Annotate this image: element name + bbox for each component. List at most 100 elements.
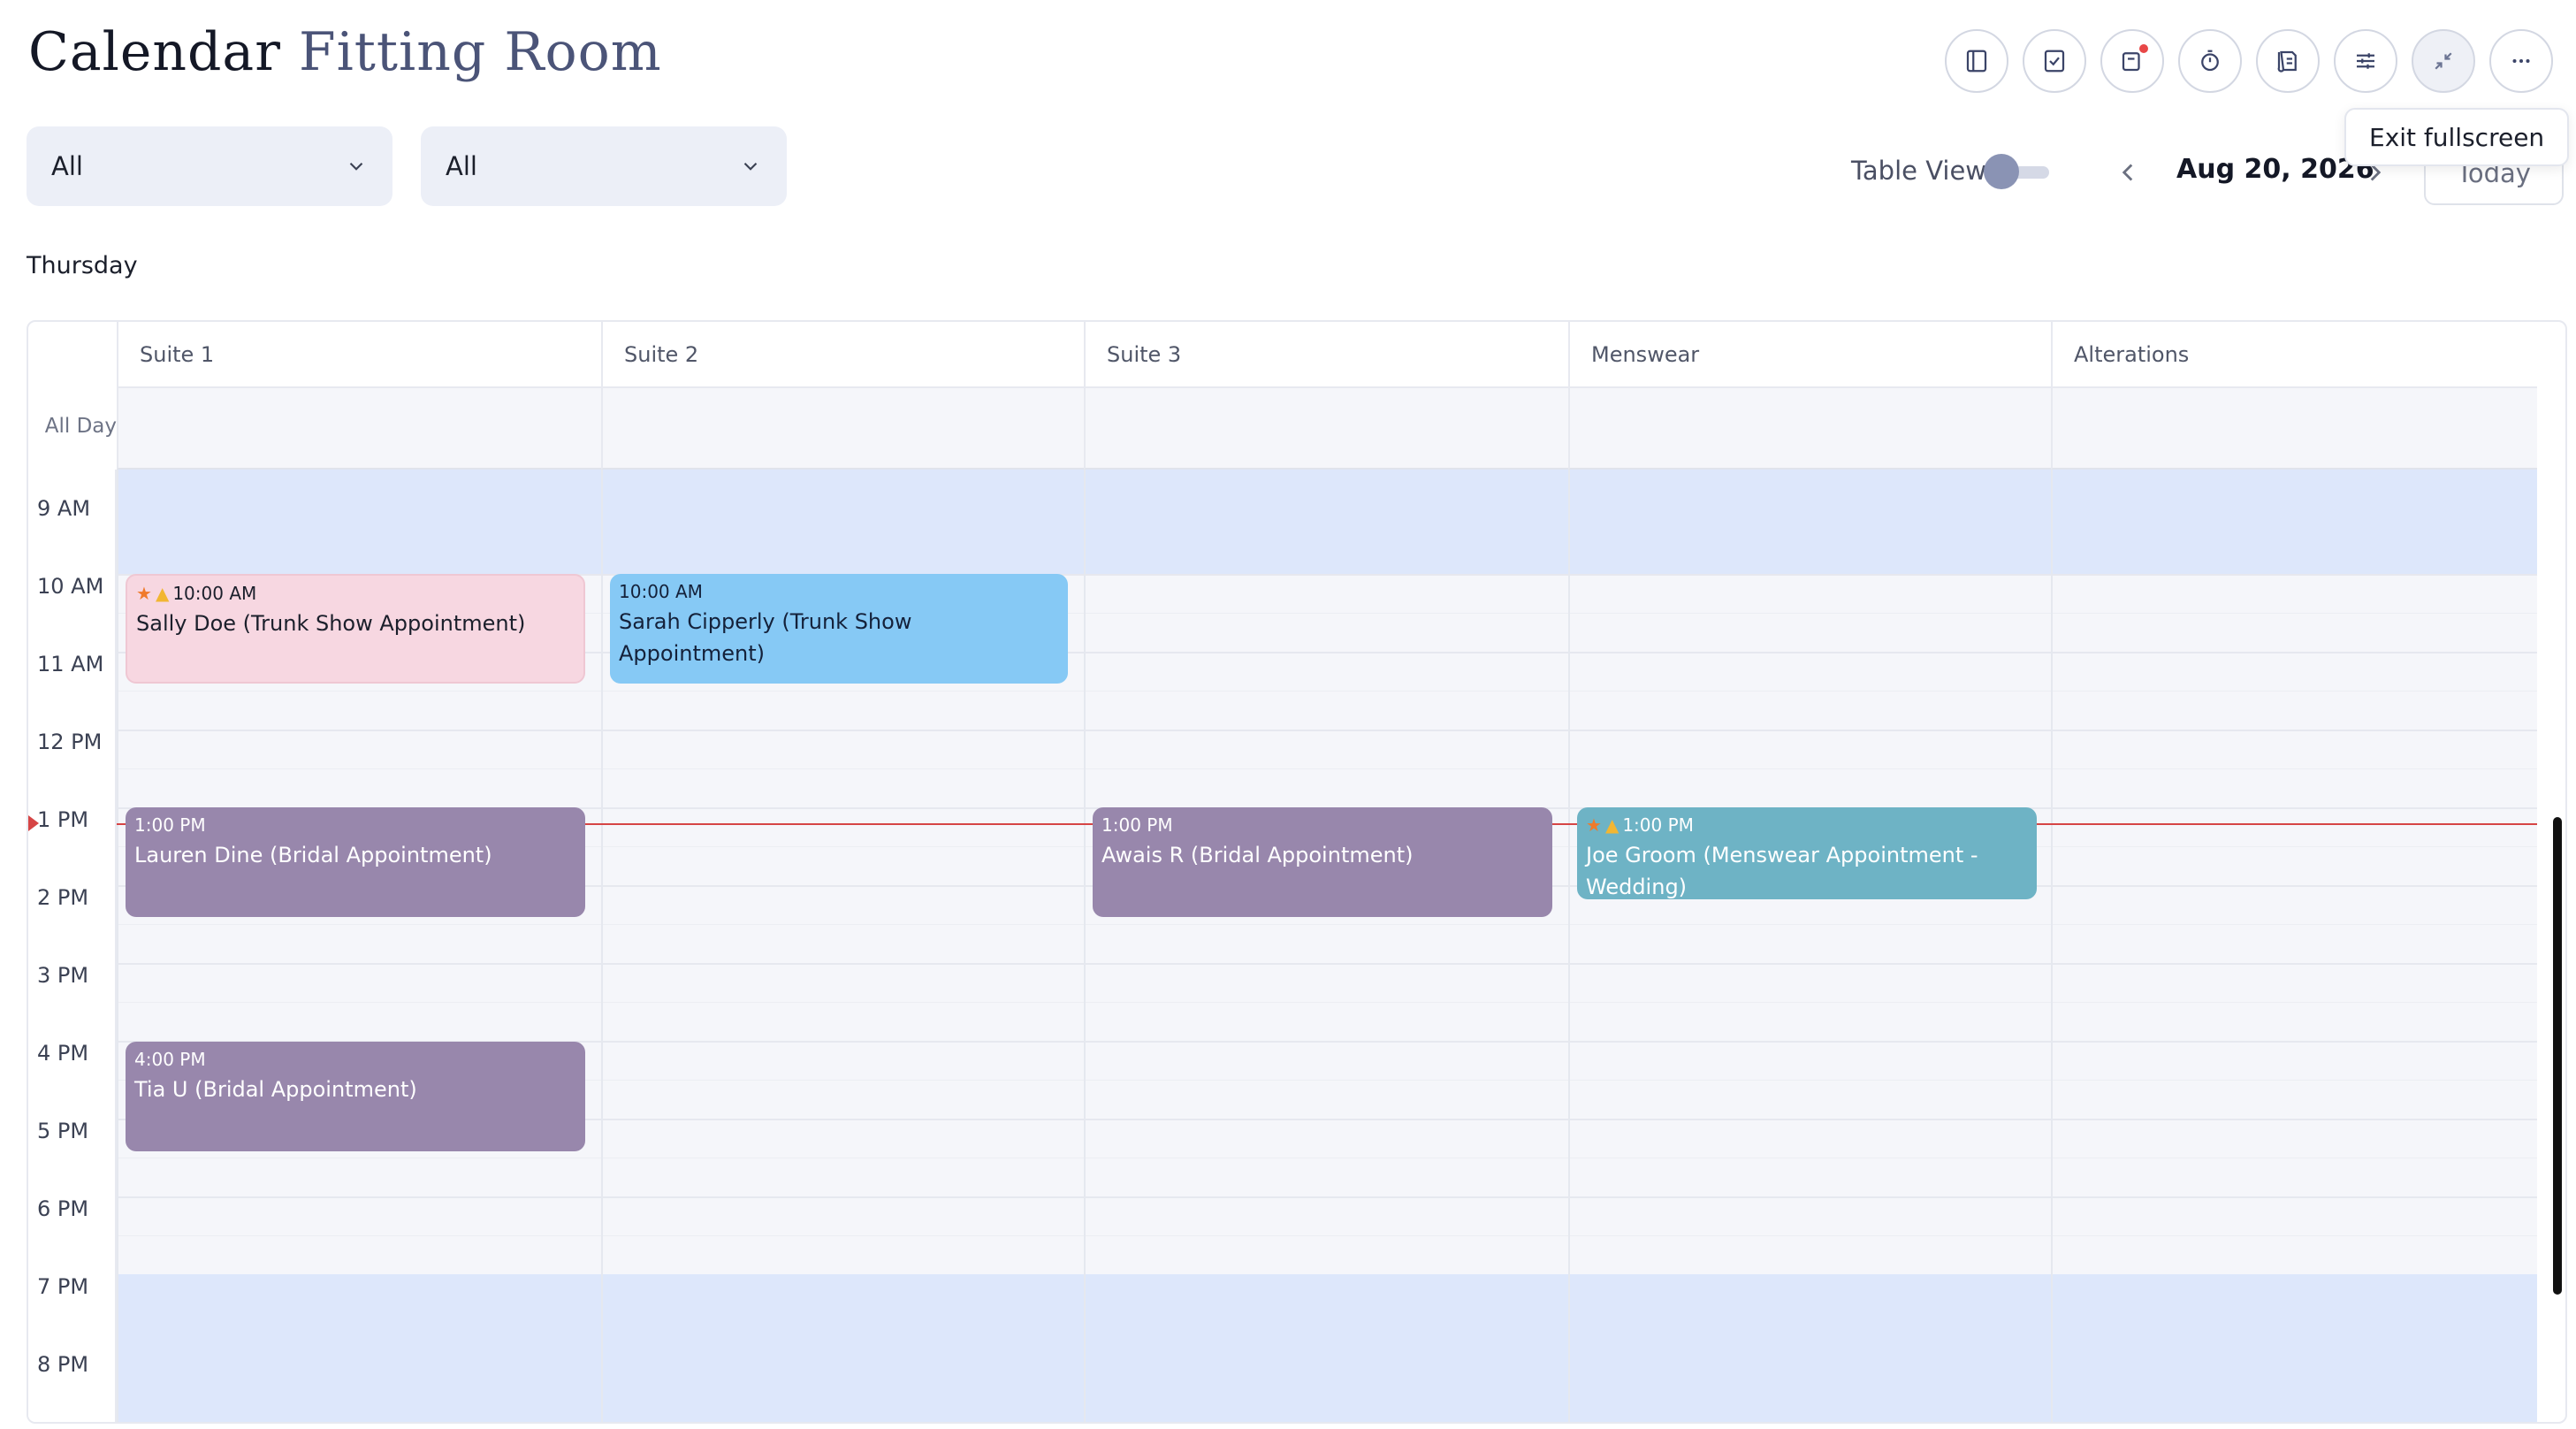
half-hour-line	[117, 768, 2537, 769]
sidebar-toggle-button[interactable]	[1945, 29, 2008, 93]
filter-select-2[interactable]: All	[421, 126, 787, 206]
event-time: 1:00 PM	[1622, 814, 1694, 836]
event-time: 1:00 PM	[1101, 814, 1173, 836]
chevron-down-icon	[349, 162, 363, 171]
more-icon	[2512, 59, 2530, 63]
timer-button[interactable]	[2178, 29, 2242, 93]
checkbox-icon	[2044, 50, 2065, 73]
event-awais-r[interactable]: 1:00 PM Awais R (Bridal Appointment)	[1093, 807, 1552, 917]
hour-label: 8 PM	[37, 1352, 89, 1377]
event-time-row: 1:00 PM	[134, 814, 576, 836]
event-title: Lauren Dine (Bridal Appointment)	[134, 843, 492, 867]
all-day-cell[interactable]	[601, 388, 1084, 470]
exit-fullscreen-tooltip: Exit fullscreen	[2344, 108, 2570, 166]
event-title: Sally Doe (Trunk Show Appointment)	[136, 611, 526, 636]
event-sarah-cipperly[interactable]: 10:00 AM Sarah Cipperly (Trunk Show Appo…	[610, 574, 1068, 684]
time-gutter: 9 AM 10 AM 11 AM 12 PM 1 PM 2 PM 3 PM 4 …	[28, 470, 117, 1422]
more-options-button[interactable]	[2489, 29, 2553, 93]
vertical-scrollbar[interactable]	[2553, 817, 2562, 1295]
column-divider	[601, 470, 603, 1422]
hour-label: 6 PM	[37, 1196, 89, 1221]
thumbs-up-icon: ▲	[155, 583, 170, 604]
page-title: Calendar Fitting Room	[28, 21, 662, 83]
column-divider	[1084, 470, 1086, 1422]
toggle-knob	[1984, 154, 2019, 189]
all-day-cell[interactable]	[1568, 388, 2051, 470]
half-hour-line	[117, 691, 2537, 692]
current-time-marker	[28, 815, 39, 831]
off-hours-block	[117, 470, 2537, 574]
title-sub: Fitting Room	[298, 21, 662, 83]
hour-label: 1 PM	[37, 807, 89, 832]
filter-select-1-value: All	[51, 151, 83, 181]
half-hour-line	[117, 1235, 2537, 1236]
hour-label: 4 PM	[37, 1041, 89, 1066]
column-header-suite-2: Suite 2	[601, 322, 1084, 388]
event-title: Awais R (Bridal Appointment)	[1101, 843, 1414, 867]
notes-button[interactable]	[2256, 29, 2320, 93]
event-time: 10:00 AM	[172, 583, 257, 604]
hour-label: 2 PM	[37, 885, 89, 910]
event-time: 10:00 AM	[619, 581, 703, 602]
event-title: Joe Groom (Menswear Appointment - Weddin…	[1586, 843, 1978, 899]
half-hour-line	[117, 1002, 2537, 1003]
hour-line	[117, 730, 2537, 731]
star-icon: ★	[136, 583, 152, 604]
all-day-cell[interactable]	[2051, 388, 2537, 470]
hour-label: 7 PM	[37, 1274, 89, 1299]
hour-label: 5 PM	[37, 1119, 89, 1143]
column-divider	[1568, 470, 1570, 1422]
event-time: 4:00 PM	[134, 1049, 206, 1070]
calendar-grid: Suite 1 Suite 2 Suite 3 Menswear Alterat…	[27, 320, 2567, 1424]
column-divider	[117, 470, 118, 1422]
settings-button[interactable]	[2334, 29, 2397, 93]
filter-select-2-value: All	[446, 151, 477, 181]
hour-line	[117, 1196, 2537, 1198]
event-time: 1:00 PM	[134, 814, 206, 836]
previous-day-button[interactable]	[2113, 157, 2143, 187]
day-name: Thursday	[27, 252, 138, 279]
hour-label: 11 AM	[37, 652, 104, 676]
off-hours-block	[117, 1274, 2537, 1422]
tasks-button[interactable]	[2023, 29, 2086, 93]
column-header-alterations: Alterations	[2051, 322, 2537, 388]
star-icon: ★	[1586, 814, 1602, 836]
hour-label: 12 PM	[37, 730, 103, 754]
event-title: Tia U (Bridal Appointment)	[134, 1077, 417, 1102]
timer-icon	[2201, 50, 2219, 72]
all-day-cell[interactable]	[1084, 388, 1568, 470]
hour-label: 10 AM	[37, 574, 104, 599]
hour-line	[117, 963, 2537, 965]
column-header-menswear: Menswear	[1568, 322, 2051, 388]
hour-label: 3 PM	[37, 963, 89, 988]
event-time-row: 10:00 AM	[619, 581, 1059, 602]
event-joe-groom[interactable]: ★ ▲ 1:00 PM Joe Groom (Menswear Appointm…	[1577, 807, 2037, 899]
exit-fullscreen-icon	[2435, 52, 2452, 70]
event-tia-u[interactable]: 4:00 PM Tia U (Bridal Appointment)	[126, 1042, 585, 1151]
sliders-icon	[2357, 53, 2374, 69]
half-hour-line	[117, 924, 2537, 925]
event-sally-doe[interactable]: ★ ▲ 10:00 AM Sally Doe (Trunk Show Appoi…	[126, 574, 585, 684]
chevron-down-icon	[743, 162, 758, 171]
filter-select-1[interactable]: All	[27, 126, 392, 206]
exit-fullscreen-button[interactable]	[2412, 29, 2475, 93]
column-divider	[2051, 470, 2053, 1422]
toolbar	[1945, 29, 2553, 93]
notes-icon	[2277, 50, 2297, 73]
thumbs-up-icon: ▲	[1604, 814, 1620, 836]
notification-dot	[2138, 42, 2150, 55]
column-header-suite-1: Suite 1	[117, 322, 601, 388]
event-title: Sarah Cipperly (Trunk Show Appointment)	[619, 609, 912, 666]
title-main: Calendar	[28, 21, 281, 83]
hour-label: 9 AM	[37, 496, 91, 521]
table-view-toggle[interactable]	[1984, 154, 2053, 189]
event-time-row: 4:00 PM	[134, 1049, 576, 1070]
event-time-row: 1:00 PM	[1101, 814, 1543, 836]
sidebar-icon	[1966, 50, 1987, 73]
event-time-row: ★ ▲ 1:00 PM	[1586, 814, 2028, 836]
notifications-button[interactable]	[2100, 29, 2164, 93]
column-header-suite-3: Suite 3	[1084, 322, 1568, 388]
event-lauren-dine[interactable]: 1:00 PM Lauren Dine (Bridal Appointment)	[126, 807, 585, 917]
all-day-cell[interactable]	[117, 388, 601, 470]
event-time-row: ★ ▲ 10:00 AM	[136, 583, 575, 604]
